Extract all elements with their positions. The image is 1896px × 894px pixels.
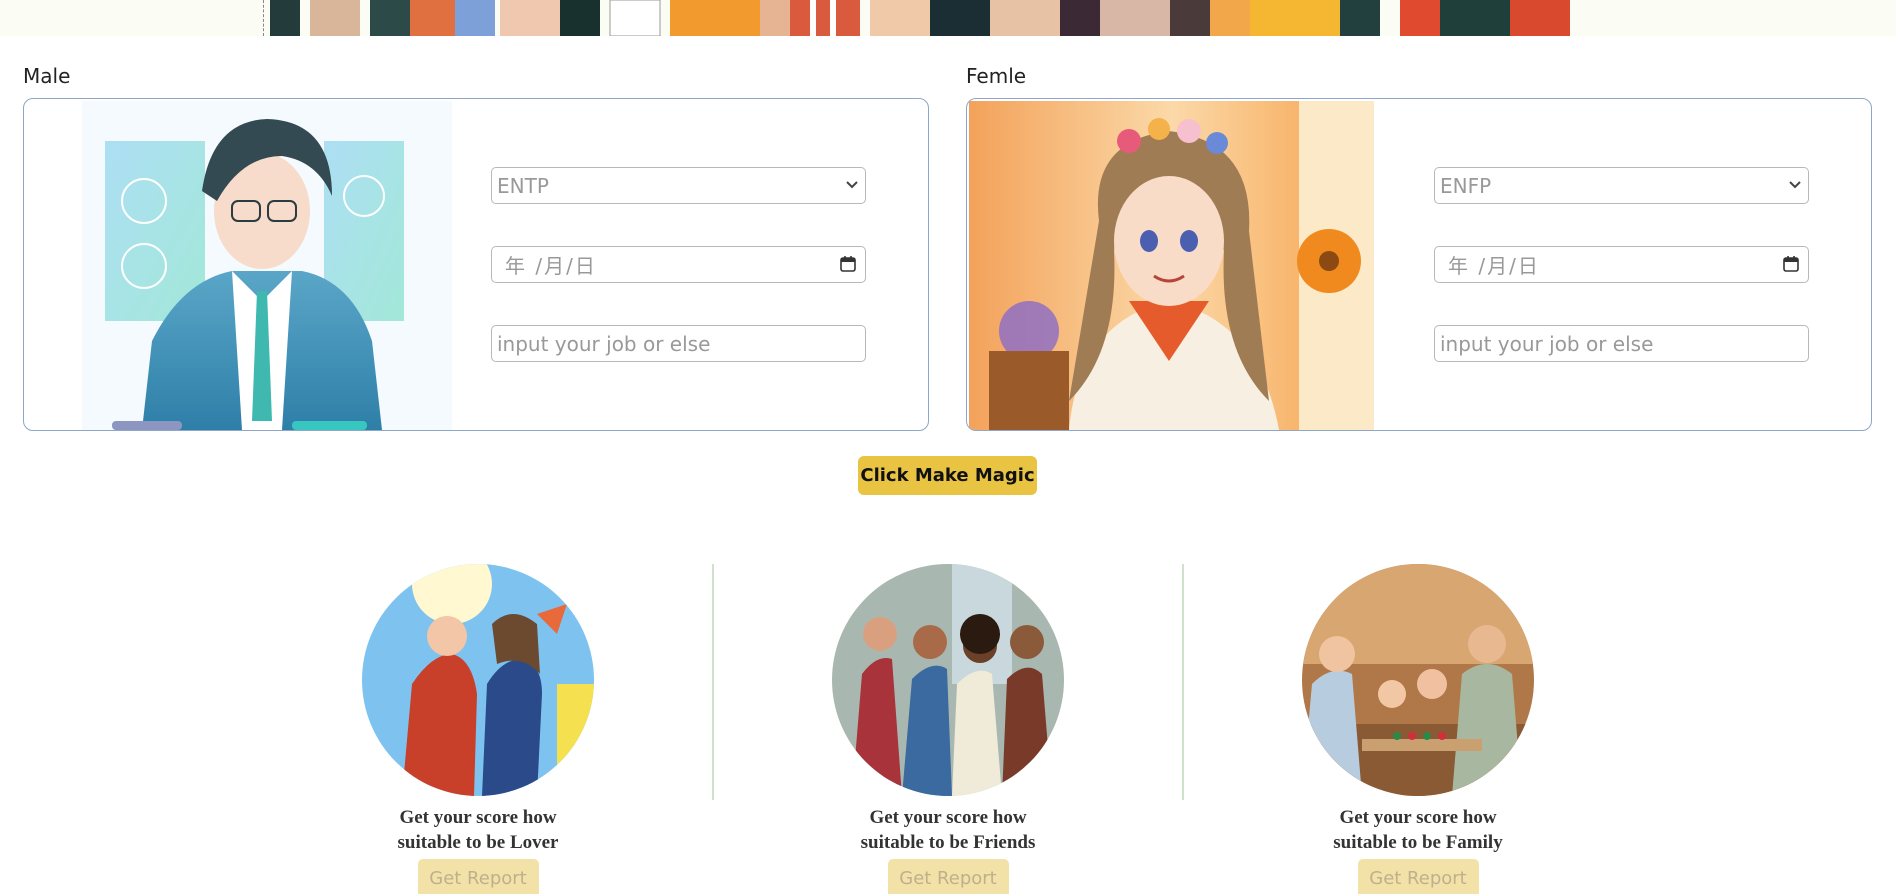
female-job-input[interactable]: input your job or else bbox=[1434, 325, 1809, 362]
friends-feature: Get your score how suitable to be Friend… bbox=[778, 564, 1118, 894]
male-mbti-select[interactable]: ENTP bbox=[491, 167, 866, 204]
male-job-input[interactable]: input your job or else bbox=[491, 325, 866, 362]
calendar-icon[interactable] bbox=[839, 255, 857, 273]
lover-image bbox=[362, 564, 594, 796]
top-banner-image bbox=[0, 0, 1896, 36]
male-portrait-image bbox=[82, 101, 452, 430]
lover-feature: Get your score how suitable to be Lover … bbox=[308, 564, 648, 894]
chevron-down-icon bbox=[1789, 181, 1801, 189]
calendar-icon[interactable] bbox=[1782, 255, 1800, 273]
divider bbox=[712, 564, 714, 800]
family-get-report-button[interactable]: Get Report bbox=[1357, 859, 1479, 894]
family-image bbox=[1302, 564, 1534, 796]
banner-people-illustration bbox=[270, 0, 1570, 36]
make-magic-button[interactable]: Click Make Magic bbox=[858, 456, 1037, 495]
friends-description: Get your score how suitable to be Friend… bbox=[860, 807, 1036, 853]
female-birthdate-input[interactable]: 年 /月/日 bbox=[1434, 246, 1809, 283]
chevron-down-icon bbox=[846, 181, 858, 189]
female-card: ENFP 年 /月/日 input your job or else bbox=[966, 98, 1872, 431]
male-section-label: Male bbox=[23, 64, 71, 88]
male-birthdate-input[interactable]: 年 /月/日 bbox=[491, 246, 866, 283]
female-mbti-select[interactable]: ENFP bbox=[1434, 167, 1809, 204]
friends-get-report-button[interactable]: Get Report bbox=[887, 859, 1009, 894]
divider bbox=[1182, 564, 1184, 800]
lover-description: Get your score how suitable to be Lover bbox=[397, 807, 559, 853]
lover-get-report-button[interactable]: Get Report bbox=[417, 859, 539, 894]
family-feature: Get your score how suitable to be Family… bbox=[1248, 564, 1588, 894]
family-description: Get your score how suitable to be Family bbox=[1333, 807, 1503, 853]
male-card: ENTP 年 /月/日 input your job or else bbox=[23, 98, 929, 431]
friends-image bbox=[832, 564, 1064, 796]
female-portrait-image bbox=[969, 101, 1374, 430]
female-section-label: Femle bbox=[966, 64, 1027, 88]
